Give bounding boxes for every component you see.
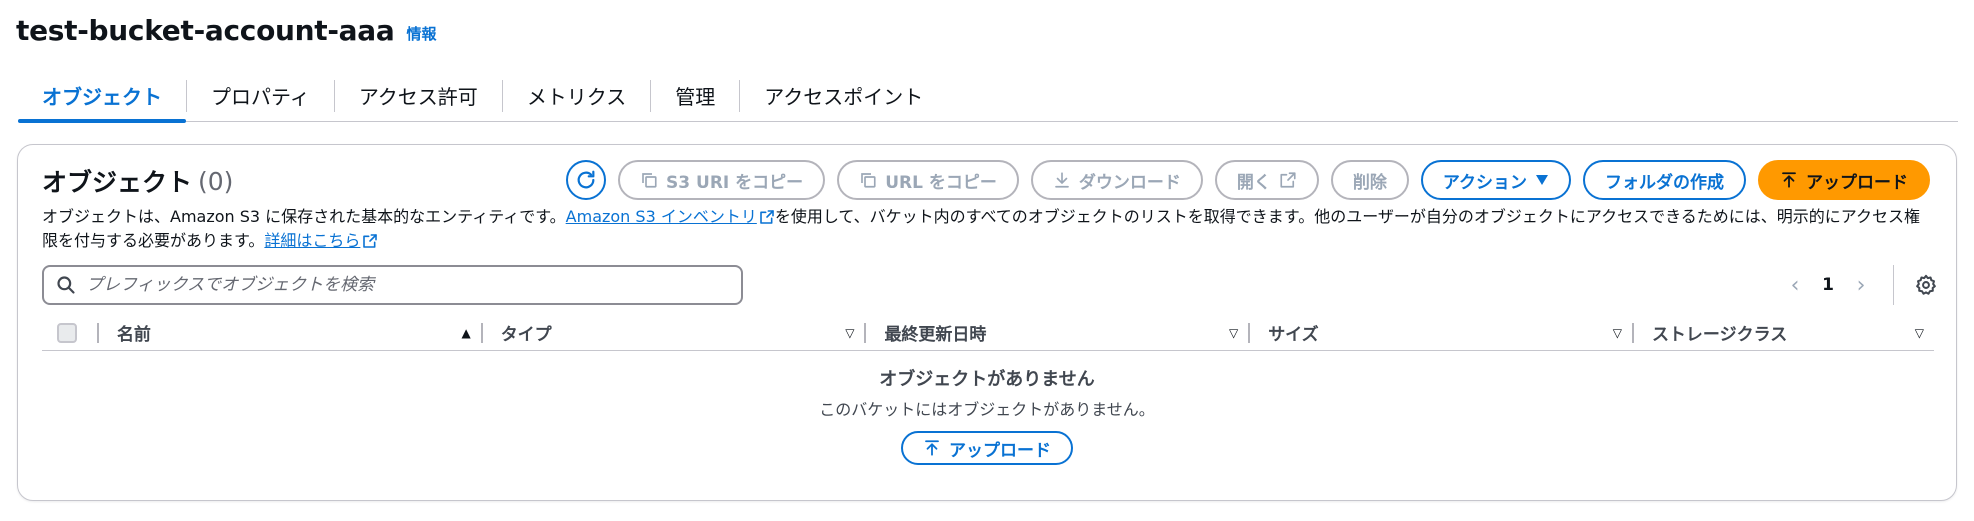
panel-title: オブジェクト [42, 168, 193, 197]
bucket-name: test-bucket-account-aaa [16, 13, 395, 47]
column-label: ストレージクラス [1651, 325, 1788, 345]
upload-icon [1782, 172, 1796, 188]
column-label: 最終更新日時 [884, 325, 987, 345]
tab-permissions[interactable]: アクセス許可 [335, 70, 502, 122]
download-icon [1055, 172, 1069, 188]
page-header: test-bucket-account-aaa 情報 [16, 8, 437, 52]
actions-label: アクション [1442, 172, 1527, 193]
tab-metrics[interactable]: メトリクス [503, 70, 650, 122]
panel-header: オブジェクト (0) [42, 161, 233, 201]
objects-description: オブジェクトは、Amazon S3 に保存された基本的なエンティティです。Ama… [42, 205, 1932, 253]
sort-icon: ▽ [1914, 325, 1924, 340]
empty-state: オブジェクトがありません このバケットにはオブジェクトがありません。 アップロー… [18, 367, 1956, 465]
copy-url-label: URL をコピー [885, 172, 997, 193]
tab-objects[interactable]: オブジェクト [18, 70, 186, 123]
copy-s3-uri-label: S3 URI をコピー [666, 172, 804, 193]
pagination: ‹ 1 › [1787, 265, 1940, 305]
column-label: サイズ [1268, 325, 1319, 345]
copy-icon [861, 173, 876, 188]
sort-icon: ▽ [1228, 325, 1239, 340]
external-link-icon [1280, 172, 1296, 188]
tab-access-points[interactable]: アクセスポイント [740, 70, 947, 122]
column-header-size[interactable]: サイズ ▽ [1248, 315, 1632, 351]
refresh-icon [577, 170, 595, 189]
column-label: タイプ [500, 325, 552, 345]
empty-state-description: このバケットにはオブジェクトがありません。 [819, 400, 1155, 419]
download-button[interactable]: ダウンロード [1030, 160, 1203, 200]
search-icon [57, 276, 75, 294]
upload-button[interactable]: アップロード [1758, 160, 1930, 200]
action-toolbar: S3 URI をコピー URL をコピー ダウンロード 開く 削除 アクション … [566, 160, 1930, 200]
copy-icon [642, 173, 657, 188]
delete-button[interactable]: 削除 [1330, 160, 1409, 200]
learn-more-link[interactable]: 詳細はこちら [264, 231, 360, 250]
search-box [42, 265, 743, 305]
column-header-name[interactable]: 名前 ▲ [96, 315, 481, 351]
inventory-link[interactable]: Amazon S3 インベントリ [566, 207, 757, 226]
column-label: 名前 [116, 325, 151, 345]
current-page[interactable]: 1 [1821, 275, 1835, 295]
object-count: (0) [198, 166, 234, 196]
column-header-type[interactable]: タイプ ▽ [480, 315, 865, 351]
tab-management[interactable]: 管理 [651, 70, 739, 122]
empty-upload-button[interactable]: アップロード [901, 431, 1073, 465]
column-header-last-modified[interactable]: 最終更新日時 ▽ [864, 315, 1248, 351]
objects-panel: オブジェクト (0) S3 URI をコピー URL をコピー ダウンロード 開… [17, 144, 1957, 501]
open-label: 開く [1236, 172, 1271, 193]
tab-bar: オブジェクト プロパティ アクセス許可 メトリクス 管理 アクセスポイント [18, 70, 1958, 123]
search-input[interactable] [86, 275, 729, 295]
empty-state-title: オブジェクトがありません [879, 369, 1095, 390]
open-button[interactable]: 開く [1214, 160, 1319, 200]
delete-label: 削除 [1352, 172, 1387, 193]
pager-divider [1893, 265, 1894, 305]
info-link[interactable]: 情報 [406, 23, 436, 44]
sort-icon: ▽ [1612, 325, 1622, 340]
description-text: オブジェクトは、Amazon S3 に保存された基本的なエンティティです。 [42, 207, 566, 226]
column-header-storage-class[interactable]: ストレージクラス ▽ [1631, 315, 1934, 351]
empty-upload-label: アップロード [949, 440, 1051, 461]
external-link-icon [363, 234, 378, 248]
tab-properties[interactable]: プロパティ [187, 70, 334, 122]
create-folder-button[interactable]: フォルダの作成 [1583, 160, 1746, 200]
table-header: 名前 ▲ タイプ ▽ 最終更新日時 ▽ サイズ ▽ ストレージクラス ▽ [42, 315, 1934, 351]
select-all-checkbox[interactable] [57, 322, 77, 343]
external-link-icon [760, 210, 774, 224]
create-folder-label: フォルダの作成 [1605, 172, 1724, 193]
refresh-button[interactable] [566, 160, 607, 200]
sort-icon: ▽ [845, 325, 855, 340]
copy-url-button[interactable]: URL をコピー [837, 160, 1019, 200]
settings-button[interactable] [1912, 271, 1940, 299]
gear-icon [1916, 274, 1936, 295]
download-label: ダウンロード [1078, 172, 1181, 193]
previous-page-icon[interactable]: ‹ [1787, 273, 1803, 298]
next-page-icon[interactable]: › [1853, 273, 1869, 298]
sort-ascending-icon: ▲ [461, 325, 471, 340]
caret-down-icon [1536, 175, 1548, 185]
actions-dropdown[interactable]: アクション [1420, 160, 1571, 200]
empty-state-actions: アップロード [18, 431, 1956, 465]
upload-icon [925, 440, 939, 456]
upload-label: アップロード [1806, 172, 1908, 193]
copy-s3-uri-button[interactable]: S3 URI をコピー [618, 160, 826, 200]
